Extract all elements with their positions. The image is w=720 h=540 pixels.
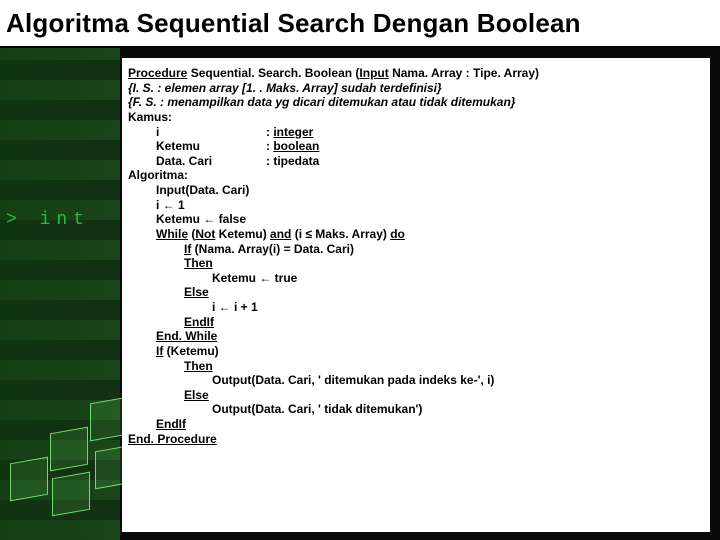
endif-line: EndIf	[128, 315, 700, 330]
endprocedure-line: End. Procedure	[128, 432, 700, 447]
var-data: Data. Cari: tipedata	[128, 154, 700, 169]
algoritma-label: Algoritma:	[128, 168, 700, 183]
decorative-prompt-text: > int	[6, 210, 90, 230]
arrow-icon: ←	[203, 212, 215, 226]
i-inc-line: i ← i + 1	[128, 300, 700, 315]
line-ketemu-false: Ketemu ← false	[128, 212, 700, 227]
then-line: Then	[128, 256, 700, 271]
initial-state-line: {I. S. : elemen array [1. . Maks. Array]…	[128, 81, 700, 96]
if-line: If (Nama. Array(i) = Data. Cari)	[128, 242, 700, 257]
output-notfound-line: Output(Data. Cari, ' tidak ditemukan')	[128, 402, 700, 417]
var-ketemu: Ketemu: boolean	[128, 139, 700, 154]
final-state-line: {F. S. : menampilkan data yg dicari dite…	[128, 95, 700, 110]
arrow-icon: ←	[163, 198, 175, 212]
slide-title: Algoritma Sequential Search Dengan Boole…	[6, 8, 581, 39]
input-keyword: Input	[359, 66, 388, 80]
arrow-icon: ←	[219, 300, 231, 314]
ketemu-true-line: Ketemu ← true	[128, 271, 700, 286]
if2-line: If (Ketemu)	[128, 344, 700, 359]
arrow-icon: ←	[259, 271, 271, 285]
then2-line: Then	[128, 359, 700, 374]
else2-line: Else	[128, 388, 700, 403]
slide-title-bar: Algoritma Sequential Search Dengan Boole…	[0, 0, 720, 48]
endif2-line: EndIf	[128, 417, 700, 432]
while-line: While (Not Ketemu) and (i ≤ Maks. Array)…	[128, 227, 700, 242]
line-i-assign-1: i ← 1	[128, 198, 700, 213]
pseudocode-panel: Procedure Sequential. Search. Boolean (I…	[122, 58, 710, 532]
endwhile-line: End. While	[128, 329, 700, 344]
kamus-label: Kamus:	[128, 110, 700, 125]
else-line: Else	[128, 285, 700, 300]
output-found-line: Output(Data. Cari, ' ditemukan pada inde…	[128, 373, 700, 388]
var-i: i: integer	[128, 125, 700, 140]
procedure-keyword: Procedure	[128, 66, 187, 80]
line-input: Input(Data. Cari)	[128, 183, 700, 198]
proc-line: Procedure Sequential. Search. Boolean (I…	[128, 66, 700, 81]
